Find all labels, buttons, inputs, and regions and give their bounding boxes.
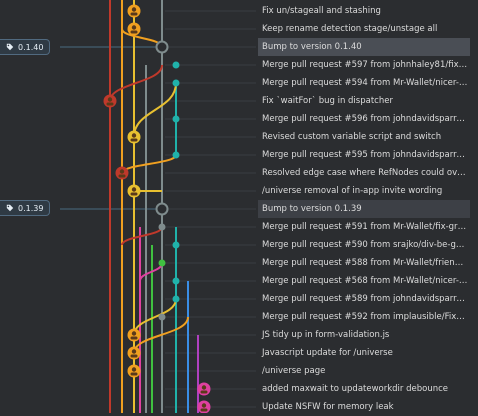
commit-message: Resolved edge case where RefNodes could …	[262, 168, 468, 178]
commit-message: Merge pull request #590 from srajko/div-…	[262, 240, 468, 250]
commit-message: Merge pull request #591 from Mr-Wallet/f…	[262, 222, 468, 232]
commit-message: Fix `waitFor` bug in dispatcher	[262, 96, 393, 106]
commit-row[interactable]: Fix `waitFor` bug in dispatcher	[258, 92, 470, 110]
commit-row[interactable]: Merge pull request #590 from srajko/div-…	[258, 236, 470, 254]
commit-row[interactable]: Merge pull request #592 from implausible…	[258, 308, 470, 326]
tag-label: 0.1.39	[18, 203, 44, 213]
commit-message: Merge pull request #588 from Mr-Wallet/f…	[262, 258, 468, 268]
commit-row[interactable]: Merge pull request #568 from Mr-Wallet/n…	[258, 272, 470, 290]
commit-message: Bump to version 0.1.40	[262, 42, 362, 52]
commit-row[interactable]: Keep rename detection stage/unstage all	[258, 20, 470, 38]
tag-badge[interactable]: 0.1.40	[0, 39, 51, 55]
tag-label: 0.1.40	[18, 42, 44, 52]
commit-row[interactable]: Merge pull request #596 from johndavidsp…	[258, 110, 470, 128]
tag-badge[interactable]: 0.1.39	[0, 200, 51, 216]
commit-row[interactable]: Merge pull request #588 from Mr-Wallet/f…	[258, 254, 470, 272]
commit-message: Merge pull request #592 from implausible…	[262, 312, 468, 322]
commit-message: Update NSFW for memory leak	[262, 402, 394, 412]
commit-message: Revised custom variable script and switc…	[262, 132, 442, 142]
commit-message: Merge pull request #596 from johndavidsp…	[262, 114, 468, 124]
commit-message: Keep rename detection stage/unstage all	[262, 24, 438, 34]
tag-icon	[6, 43, 14, 51]
commit-message: Bump to version 0.1.39	[262, 204, 362, 214]
commit-row[interactable]: JS tidy up in form-validation.js	[258, 326, 470, 344]
commit-row[interactable]: Merge pull request #589 from johndavidsp…	[258, 290, 470, 308]
commit-row[interactable]: Bump to version 0.1.39	[258, 200, 470, 218]
commit-message: JS tidy up in form-validation.js	[262, 330, 390, 340]
commit-list: 0.1.40 0.1.39 Fix un/stageall and stashi…	[0, 0, 478, 413]
commit-message: Javascript update for /universe	[262, 348, 393, 358]
commit-message: Merge pull request #568 from Mr-Wallet/n…	[262, 276, 468, 286]
commit-row[interactable]: added maxwait to updateworkdir debounce	[258, 380, 470, 398]
commit-row[interactable]: Update NSFW for memory leak	[258, 398, 470, 416]
commit-row[interactable]: Fix un/stageall and stashing	[258, 2, 470, 20]
commit-message: added maxwait to updateworkdir debounce	[262, 384, 449, 394]
commit-message: Fix un/stageall and stashing	[262, 6, 381, 16]
commit-graph-panel: 0.1.40 0.1.39 Fix un/stageall and stashi…	[0, 0, 478, 413]
commit-message: /universe removal of in-app invite wordi…	[262, 186, 443, 196]
commit-row[interactable]: Merge pull request #597 from johnhaley81…	[258, 56, 470, 74]
commit-row[interactable]: Bump to version 0.1.40	[258, 38, 470, 56]
commit-row[interactable]: Javascript update for /universe	[258, 344, 470, 362]
commit-row[interactable]: /universe page	[258, 362, 470, 380]
commit-row[interactable]: Merge pull request #594 from Mr-Wallet/n…	[258, 74, 470, 92]
commit-row[interactable]: Resolved edge case where RefNodes could …	[258, 164, 470, 182]
commit-message: Merge pull request #589 from johndavidsp…	[262, 294, 468, 304]
commit-row[interactable]: Merge pull request #595 from johndavidsp…	[258, 146, 470, 164]
commit-message: Merge pull request #597 from johnhaley81…	[262, 60, 468, 70]
tag-icon	[6, 204, 14, 212]
commit-row[interactable]: Merge pull request #591 from Mr-Wallet/f…	[258, 218, 470, 236]
commit-row[interactable]: Revised custom variable script and switc…	[258, 128, 470, 146]
commit-message: Merge pull request #594 from Mr-Wallet/n…	[262, 78, 468, 88]
commit-row[interactable]: /universe removal of in-app invite wordi…	[258, 182, 470, 200]
commit-message: Merge pull request #595 from johndavidsp…	[262, 150, 468, 160]
commit-message: /universe page	[262, 366, 326, 376]
